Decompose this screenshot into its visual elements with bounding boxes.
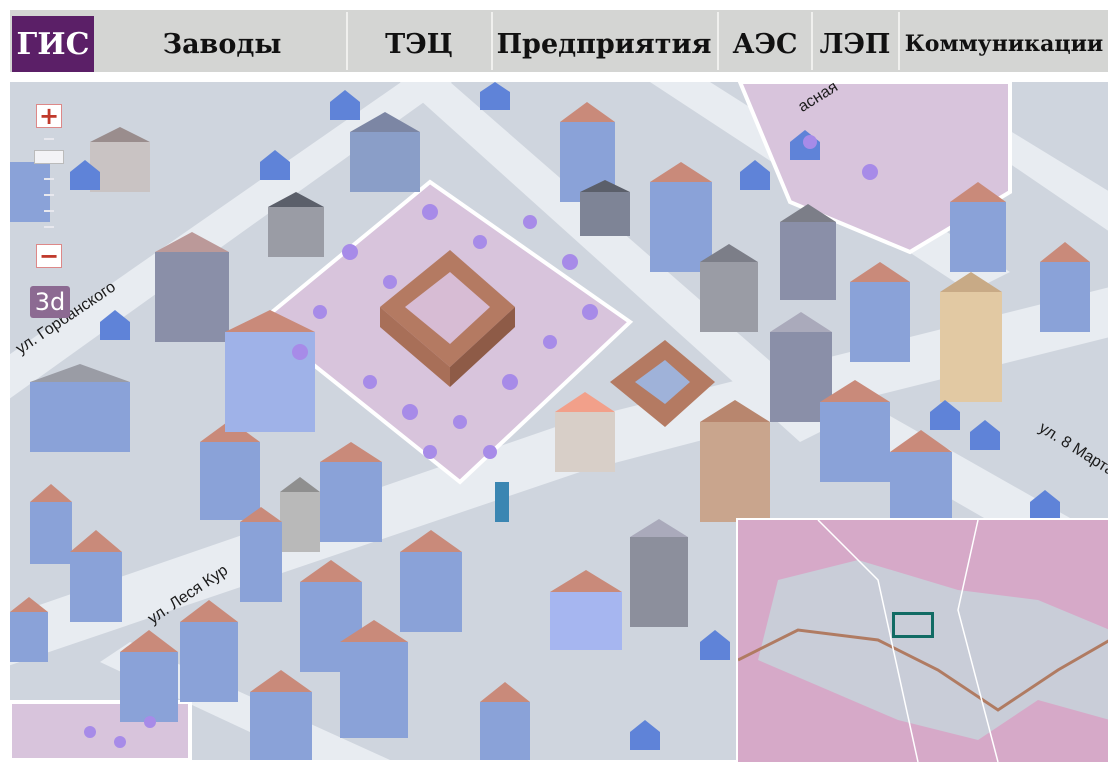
nav-item-factories[interactable]: Заводы — [100, 16, 344, 72]
zoom-slider-handle[interactable] — [34, 150, 64, 164]
toggle-3d-button[interactable]: 3d — [30, 286, 70, 318]
zoom-tick — [44, 210, 54, 212]
nav-item-enterprises[interactable]: Предприятия — [493, 16, 715, 72]
zoom-tick — [44, 178, 54, 180]
minimap-viewport-marker[interactable] — [892, 612, 934, 638]
zoom-tick — [44, 226, 54, 228]
overview-minimap[interactable] — [736, 518, 1108, 762]
zoom-out-button[interactable]: − — [36, 242, 62, 270]
nav-item-utilities[interactable]: Коммуникации — [900, 16, 1108, 72]
zoom-in-button[interactable]: + — [36, 102, 62, 130]
nav-item-chp[interactable]: ТЭЦ — [348, 16, 490, 72]
zoom-slider-track[interactable] — [44, 130, 54, 242]
nav-item-npp[interactable]: АЭС — [719, 16, 811, 72]
zoom-tick — [44, 138, 54, 140]
minimap-canvas — [738, 520, 1108, 762]
zoom-tick — [44, 194, 54, 196]
top-nav: ГИС Заводы ТЭЦ Предприятия АЭС ЛЭП Комму… — [0, 0, 1108, 82]
nav-item-power-lines[interactable]: ЛЭП — [813, 16, 897, 72]
gis-home-button[interactable]: ГИС — [12, 16, 94, 72]
